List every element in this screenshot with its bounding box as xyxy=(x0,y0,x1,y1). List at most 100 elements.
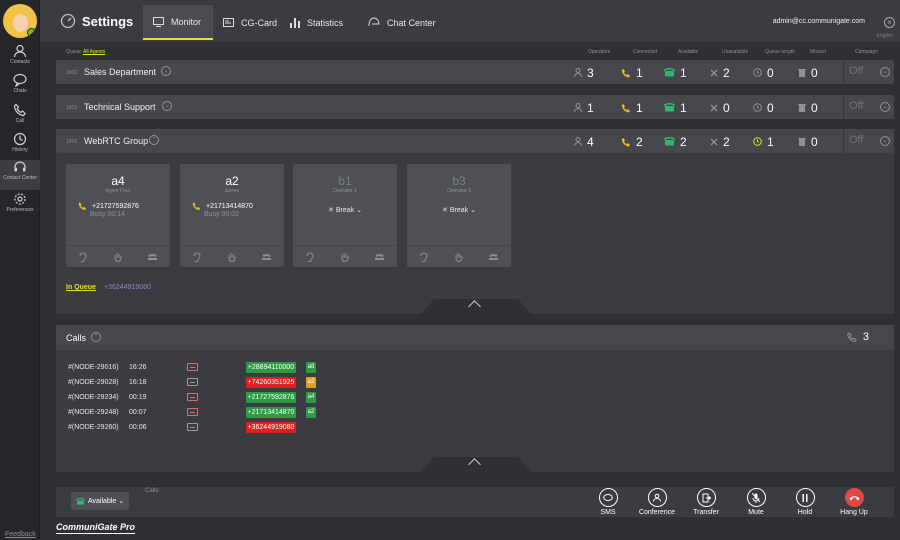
agent-card[interactable]: a2 James +21713414870 Busy 00:02 xyxy=(180,164,284,267)
barge-button[interactable] xyxy=(249,246,284,267)
barge-button[interactable] xyxy=(476,246,511,267)
chevron-up-icon[interactable]: ⌃ xyxy=(149,135,159,145)
queue-name: Technical Support xyxy=(84,102,156,112)
feedback-link[interactable]: Feedback xyxy=(5,531,36,538)
call-row[interactable]: #(NODE-29028) 16:18 +74260351925 a2 xyxy=(68,377,368,389)
barge-button[interactable] xyxy=(362,246,397,267)
rail-chats[interactable]: Chats xyxy=(0,73,40,103)
queue-row[interactable]: 1002 Sales Department ⌄ 3 1 1 2 0 0 Off ⌄ xyxy=(56,60,894,84)
queue-row-expanded[interactable]: 1006 WebRTC Group ⌃ 4 2 2 2 1 0 Off ⌄ xyxy=(56,129,894,153)
call-agent-badge[interactable]: a2 xyxy=(306,407,316,418)
listen-button[interactable] xyxy=(66,246,101,267)
operators-stat: 3 xyxy=(574,66,594,80)
call-card-icon[interactable] xyxy=(187,423,198,431)
call-card-icon[interactable] xyxy=(187,393,198,401)
chevron-down-icon[interactable]: ⌄ xyxy=(880,102,890,112)
agent-card[interactable]: b3 Operator 3 ✕ Break ⌄ xyxy=(407,164,511,267)
call-row[interactable]: #(NODE-29234) 00:19 +21727592876 a4 xyxy=(68,392,368,404)
whisper-button[interactable] xyxy=(328,246,363,267)
connected-stat: 2 xyxy=(621,134,643,149)
listen-button[interactable] xyxy=(180,246,215,267)
meeting-icon xyxy=(148,253,158,260)
call-card-icon[interactable] xyxy=(187,378,198,386)
phone-connected-icon xyxy=(621,103,630,112)
rail-contacts[interactable]: Contacts xyxy=(0,44,40,74)
call-card-icon[interactable] xyxy=(187,408,198,416)
collapse-button[interactable] xyxy=(421,457,531,472)
call-card-icon[interactable] xyxy=(187,363,198,371)
barge-button[interactable] xyxy=(135,246,170,267)
in-queue-number[interactable]: +36244919080 xyxy=(104,284,151,291)
call-row[interactable]: #(NODE-29260) 00:06 +36244919080 xyxy=(68,422,368,434)
call-duration: 00:06 xyxy=(129,424,147,431)
missed-stat: 0 xyxy=(798,135,818,149)
status-dropdown[interactable]: Available ⌄ xyxy=(71,492,129,510)
agent-actions xyxy=(66,245,170,267)
call-node-id: #(NODE-29248) xyxy=(68,409,119,416)
call-row[interactable]: #(NODE-29016) 16:26 +28894110000 a8 xyxy=(68,362,368,374)
chevron-down-icon[interactable]: ⌄ xyxy=(880,136,890,146)
agent-card[interactable]: b1 Operator 1 ✕ Break ⌄ xyxy=(293,164,397,267)
listen-button[interactable] xyxy=(293,246,328,267)
connected-count: 2 xyxy=(636,134,643,149)
call-phone-badge[interactable]: +28894110000 xyxy=(246,362,296,373)
campaign-toggle[interactable]: Off ⌄ xyxy=(843,60,894,84)
tab-monitor[interactable]: Monitor xyxy=(143,5,213,40)
tab-label: CG-Card xyxy=(241,17,278,28)
call-agent-badge[interactable]: a8 xyxy=(306,362,316,373)
whisper-button[interactable] xyxy=(101,246,136,267)
campaign-status: Off xyxy=(849,134,864,146)
collapse-button[interactable] xyxy=(421,299,531,314)
campaign-toggle[interactable]: Off ⌄ xyxy=(843,129,894,153)
rail-preferences[interactable]: Preferences xyxy=(0,192,40,222)
all-agents-link[interactable]: All Agents xyxy=(83,49,105,55)
hand-icon xyxy=(114,252,122,262)
rail-contact-center[interactable]: Contact Center xyxy=(0,160,40,190)
whisper-button[interactable] xyxy=(442,246,477,267)
chevron-up-icon[interactable]: ⌃ xyxy=(91,332,101,342)
tab-chat-center[interactable]: Chat Center xyxy=(358,5,446,40)
person-icon xyxy=(574,103,582,112)
whisper-button[interactable] xyxy=(215,246,250,267)
conference-button[interactable]: Conference xyxy=(637,487,677,516)
listen-button[interactable] xyxy=(407,246,442,267)
chevron-down-icon[interactable]: ⌄ xyxy=(162,101,172,111)
chevron-down-icon[interactable]: ⌄ xyxy=(161,66,171,76)
rail-call[interactable]: Call xyxy=(0,103,40,133)
chevron-down-icon[interactable]: ⌄ xyxy=(880,67,890,77)
mute-button[interactable]: Mute xyxy=(736,487,776,516)
phone-icon xyxy=(847,332,857,342)
call-agent-badge[interactable]: a2 xyxy=(306,377,316,388)
in-queue-tab[interactable]: In Queue xyxy=(66,284,96,291)
conference-icon xyxy=(653,493,661,502)
call-phone-badge[interactable]: +74260351925 xyxy=(246,377,296,388)
break-dropdown[interactable]: ✕ Break ⌄ xyxy=(407,206,511,214)
hold-button[interactable]: Hold xyxy=(785,487,825,516)
rail-history[interactable]: History xyxy=(0,132,40,162)
queue-length-count: 1 xyxy=(767,134,774,149)
call-phone-badge[interactable]: +21727592876 xyxy=(246,392,296,403)
agent-card[interactable]: a4 Agent Four +21727592876 Busy 00:14 xyxy=(66,164,170,267)
call-agent-badge[interactable]: a4 xyxy=(306,392,316,403)
hand-icon xyxy=(228,252,236,262)
call-row[interactable]: #(NODE-29248) 00:07 +21713414870 a2 xyxy=(68,407,368,419)
close-icon[interactable]: × xyxy=(884,17,895,28)
break-dropdown[interactable]: ✕ Break ⌄ xyxy=(293,206,397,214)
transfer-button[interactable]: Transfer xyxy=(686,487,726,516)
call-phone-badge[interactable]: +21713414870 xyxy=(246,407,296,418)
agent-status: Break xyxy=(335,207,355,214)
user-avatar[interactable] xyxy=(3,4,37,38)
tab-cg-card[interactable]: CG-Card xyxy=(213,5,287,40)
user-email[interactable]: admin@cc.communigate.com xyxy=(773,18,865,25)
call-phone-badge[interactable]: +36244919080 xyxy=(246,422,296,433)
hang-up-button[interactable]: Hang Up xyxy=(834,487,874,516)
campaign-toggle[interactable]: Off ⌄ xyxy=(843,95,894,119)
contacts-icon xyxy=(13,44,27,58)
settings-button[interactable]: Settings xyxy=(60,10,133,32)
col-operators: Operators xyxy=(588,49,611,55)
queue-row[interactable]: 1003 Technical Support ⌄ 1 1 1 0 0 0 Off… xyxy=(56,95,894,119)
language-label[interactable]: English xyxy=(877,33,893,39)
call-duration: 00:07 xyxy=(129,409,147,416)
sms-button[interactable]: SMS xyxy=(588,487,628,516)
tab-statistics[interactable]: Statistics xyxy=(280,5,353,40)
